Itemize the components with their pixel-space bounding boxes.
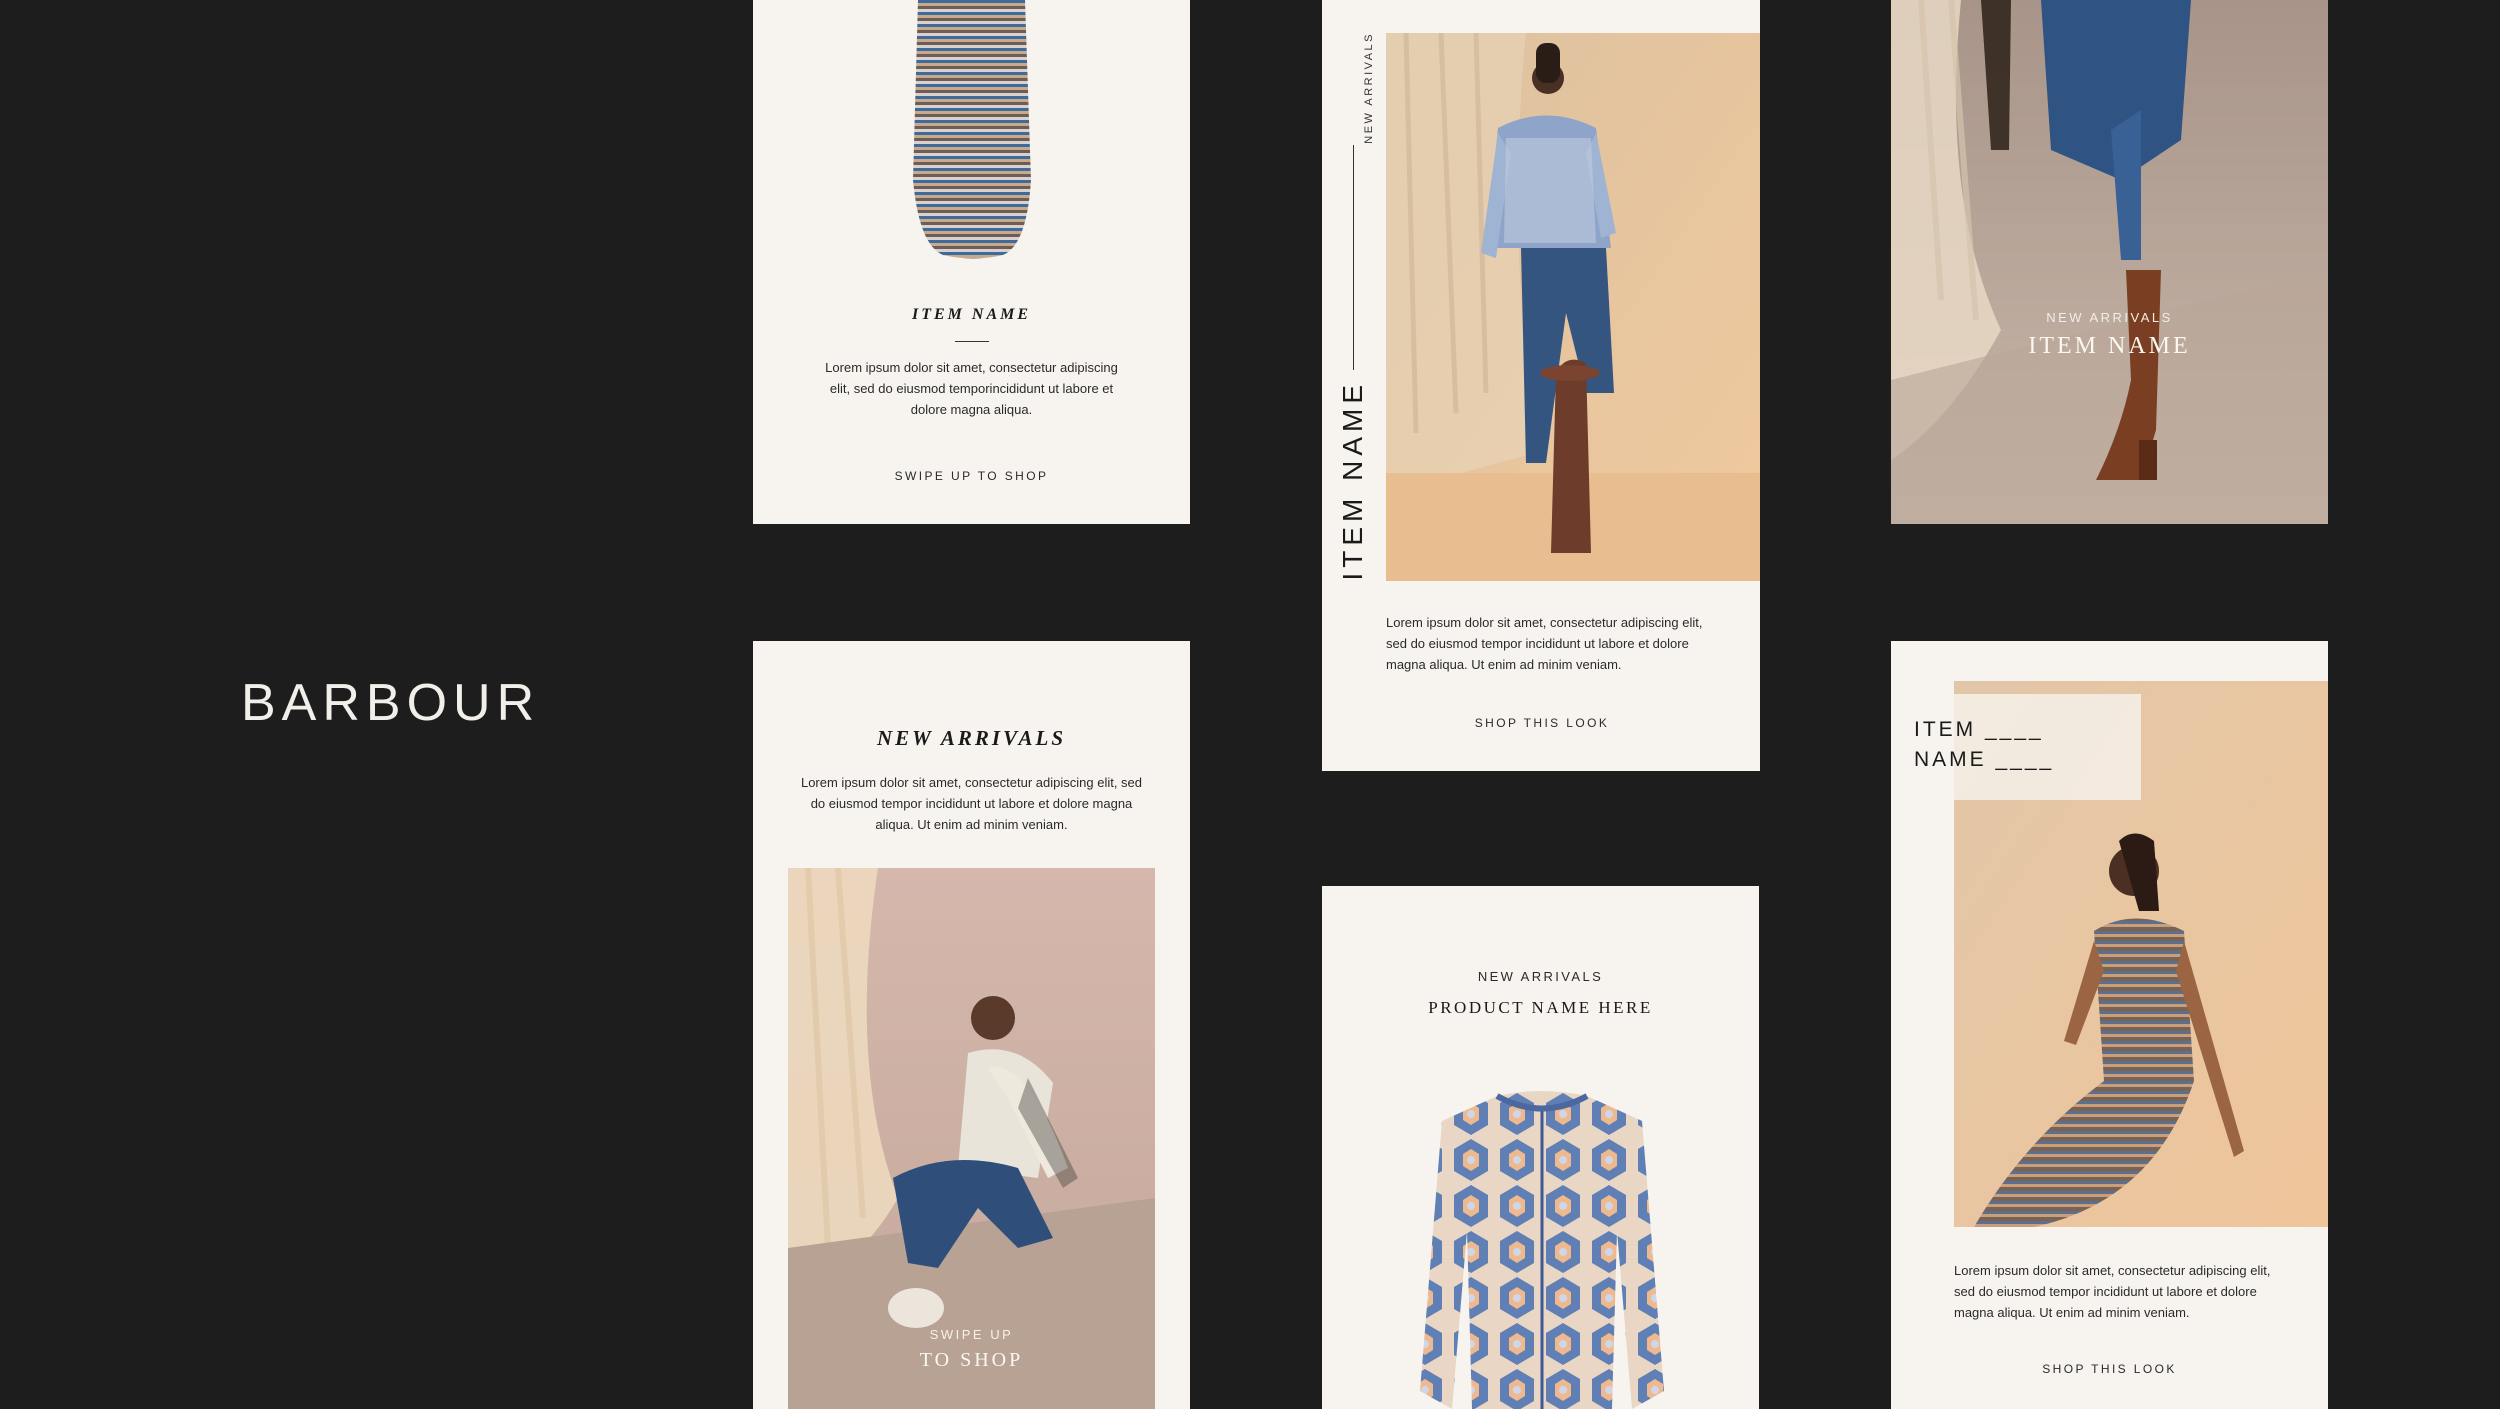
overlay-swipe-small: SWIPE UP	[929, 1327, 1014, 1342]
title-divider	[955, 341, 989, 342]
dress-description: Lorem ipsum dolor sit amet, consectetur …	[1954, 1263, 2271, 1320]
shop-this-look-cta[interactable]: SHOP THIS LOOK	[1386, 716, 1698, 730]
model-jacket-photo	[1386, 33, 1760, 581]
quilted-jacket-image	[1402, 1091, 1682, 1409]
overlay-kicker: NEW ARRIVALS	[2046, 310, 2173, 325]
side-label-large: ITEM NAME	[1337, 380, 1368, 581]
item-description: Lorem ipsum dolor sit amet, consectetur …	[825, 360, 1118, 417]
story-card-dress[interactable]: ITEM ____ NAME ____ Lorem ipsum dolor si…	[1891, 641, 2328, 1409]
overlay-title: ITEM NAME	[2028, 333, 2191, 359]
item-title: ITEM NAME	[911, 306, 1032, 323]
side-rule	[1353, 145, 1354, 370]
boots-photo	[1891, 0, 2328, 524]
overlay-to-shop[interactable]: TO SHOP	[753, 1349, 1190, 1372]
story-card-new-arrivals[interactable]: NEW ARRIVALS Lorem ipsum dolor sit amet,…	[753, 641, 1190, 1409]
label-line-1: ITEM ____	[1914, 718, 2044, 741]
section-title: NEW ARRIVALS	[876, 726, 1067, 750]
story-card-vertical[interactable]: NEW ARRIVALS ITEM NAME Lorem ipsum dolor…	[1322, 0, 1760, 771]
story-card-product[interactable]: NEW ARRIVALS PRODUCT NAME HERE	[1322, 886, 1759, 1409]
section-description: Lorem ipsum dolor sit amet, consectetur …	[800, 775, 1143, 832]
swipe-up-cta[interactable]: SWIPE UP TO SHOP	[753, 469, 1190, 483]
label-line-2: NAME ____	[1914, 748, 2055, 771]
look-description: Lorem ipsum dolor sit amet, consectetur …	[1386, 615, 1703, 672]
product-title: PRODUCT NAME HERE	[1428, 998, 1653, 1017]
story-card-skirt[interactable]: ITEM NAME Lorem ipsum dolor sit amet, co…	[753, 0, 1190, 524]
label-box	[1891, 694, 2141, 800]
brand-logo: BARBOUR	[241, 674, 541, 732]
side-label-small: NEW ARRIVALS	[1363, 32, 1375, 144]
skirt-product-image	[903, 0, 1043, 262]
shop-this-look-cta-2[interactable]: SHOP THIS LOOK	[1891, 1362, 2328, 1376]
product-kicker: NEW ARRIVALS	[1477, 969, 1604, 984]
story-card-boots[interactable]: NEW ARRIVALS ITEM NAME	[1891, 0, 2328, 524]
